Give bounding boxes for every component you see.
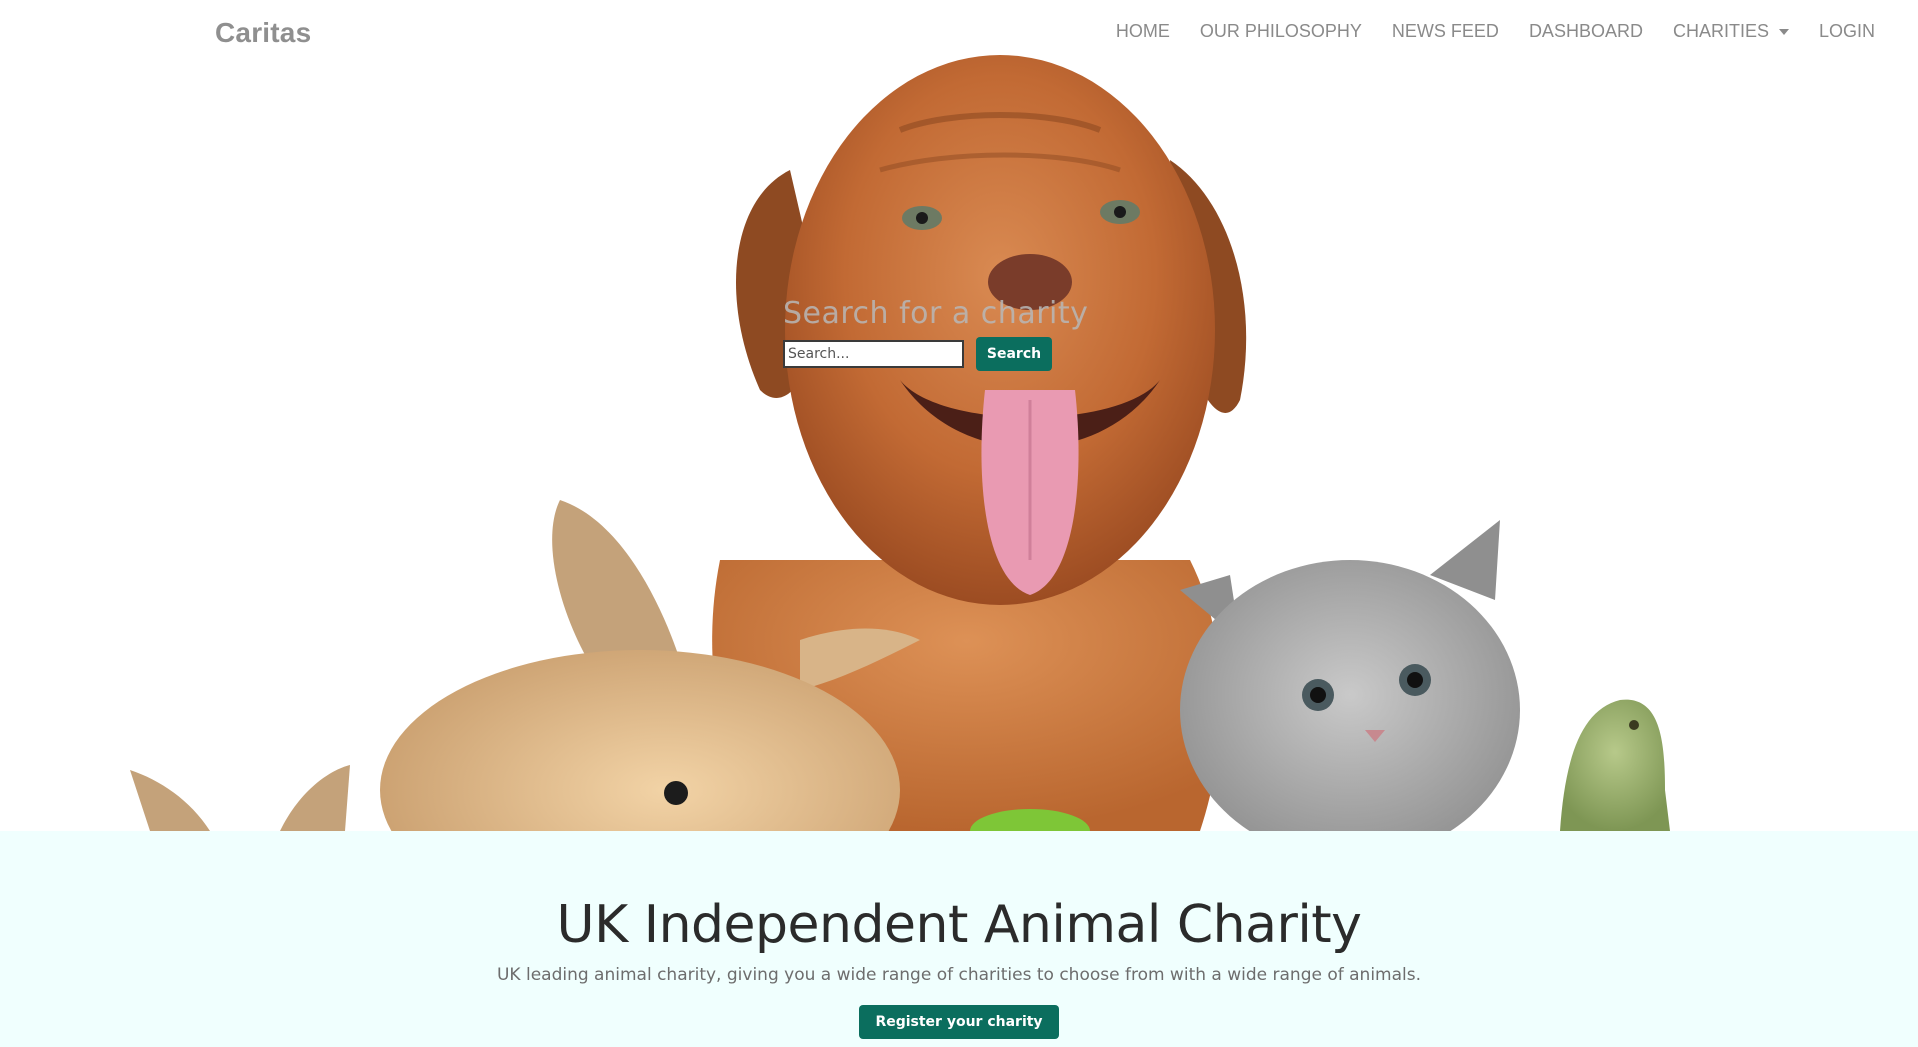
nav-link-home[interactable]: HOME (1116, 21, 1170, 42)
nav-dropdown-charities[interactable]: CHARITIES (1673, 21, 1789, 42)
search-button[interactable]: Search (976, 337, 1052, 371)
nav-link-dashboard[interactable]: DASHBOARD (1529, 21, 1643, 42)
nav-link-our-philosophy[interactable]: OUR PHILOSOPHY (1200, 21, 1362, 42)
navbar: Caritas HOME OUR PHILOSOPHY NEWS FEED DA… (0, 0, 1918, 66)
intro-subtitle: UK leading animal charity, giving you a … (496, 965, 1422, 985)
nav-links: HOME OUR PHILOSOPHY NEWS FEED DASHBOARD … (1086, 21, 1875, 42)
search-input[interactable] (783, 340, 964, 368)
intro-title: UK Independent Animal Charity (556, 895, 1362, 955)
search-row: Search (783, 337, 1103, 371)
hero-section: Search for a charity Search (0, 0, 1918, 831)
register-charity-button[interactable]: Register your charity (859, 1005, 1059, 1039)
caret-down-icon (1778, 29, 1789, 35)
nav-link-login[interactable]: LOGIN (1819, 21, 1875, 42)
page: Search for a charity Search Caritas HOME… (0, 0, 1918, 1047)
hero-animals-image (130, 55, 1670, 831)
brand-logo[interactable]: Caritas (215, 17, 311, 49)
nav-link-news-feed[interactable]: NEWS FEED (1392, 21, 1499, 42)
nav-dropdown-charities-label: CHARITIES (1672, 21, 1769, 41)
search-panel: Search for a charity Search (783, 296, 1103, 371)
intro-band: UK Independent Animal Charity UK leading… (0, 831, 1918, 1047)
search-title: Search for a charity (783, 296, 1089, 331)
